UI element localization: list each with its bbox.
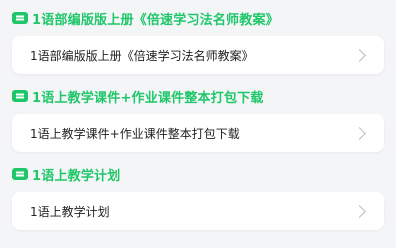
resource-item-label: 1语部编版版上册《倍速学习法名师教案》	[30, 48, 254, 63]
section-header: 1语上教学课件+作业课件整本打包下载	[12, 84, 384, 108]
section-title: 1语部编版版上册《倍速学习法名师教案》	[32, 12, 279, 28]
list-icon	[12, 12, 28, 24]
resource-item-label: 1语上教学课件+作业课件整本打包下载	[30, 126, 240, 141]
section-teaching-plan-book: 1语部编版版上册《倍速学习法名师教案》 1语部编版版上册《倍速学习法名师教案》	[12, 6, 384, 74]
section-header: 1语上教学计划	[12, 162, 384, 186]
resource-list: 1语部编版版上册《倍速学习法名师教案》 1语部编版版上册《倍速学习法名师教案》 …	[0, 0, 396, 248]
chevron-right-icon	[353, 204, 366, 218]
list-icon	[12, 90, 28, 102]
section-header: 1语部编版版上册《倍速学习法名师教案》	[12, 6, 384, 30]
section-teaching-plan: 1语上教学计划 1语上教学计划	[12, 162, 384, 230]
resource-item[interactable]: 1语上教学课件+作业课件整本打包下载	[12, 114, 384, 152]
list-icon	[12, 168, 28, 180]
chevron-right-icon	[353, 48, 366, 62]
section-title: 1语上教学计划	[32, 168, 121, 184]
resource-item[interactable]: 1语上教学计划	[12, 192, 384, 230]
chevron-right-icon	[353, 126, 366, 140]
section-title: 1语上教学课件+作业课件整本打包下载	[32, 90, 264, 106]
section-courseware-download: 1语上教学课件+作业课件整本打包下载 1语上教学课件+作业课件整本打包下载	[12, 84, 384, 152]
resource-item-label: 1语上教学计划	[30, 204, 110, 219]
resource-item[interactable]: 1语部编版版上册《倍速学习法名师教案》	[12, 36, 384, 74]
